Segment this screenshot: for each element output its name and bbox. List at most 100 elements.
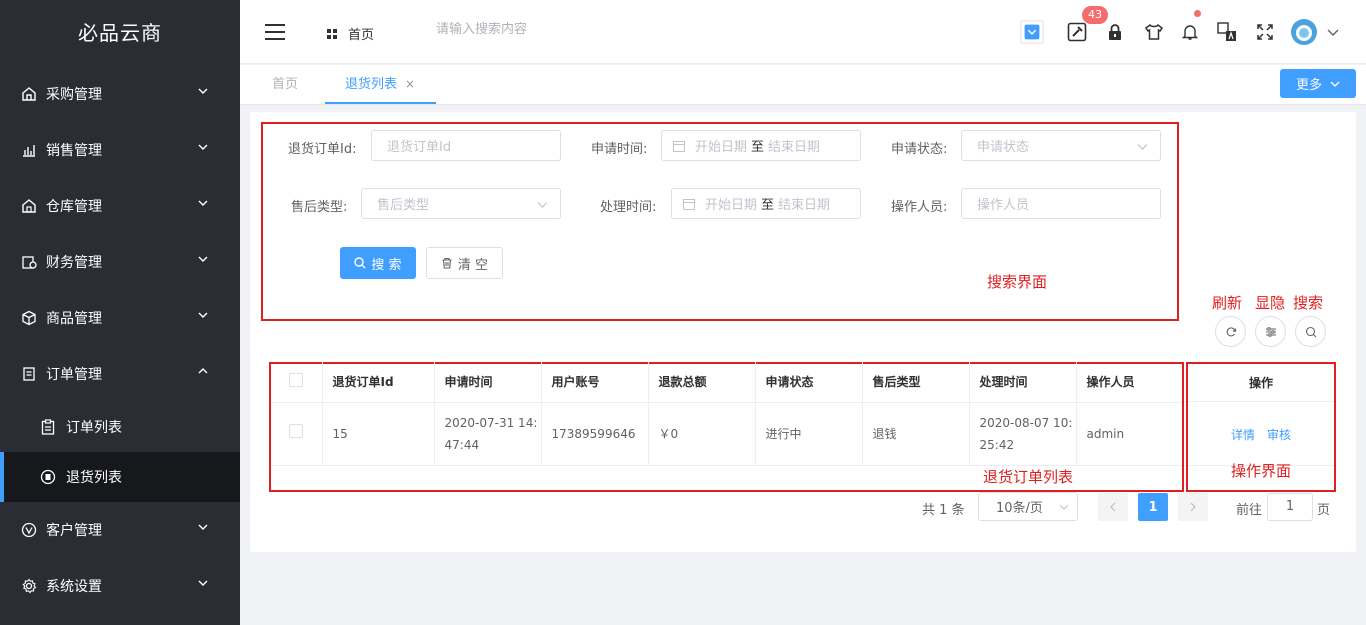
- search-area-annotation-label: 搜索界面: [987, 273, 1048, 291]
- sidebar-subitem-return-list[interactable]: 退货列表: [0, 452, 240, 502]
- tabs-bar: 首页 退货列表 × 更多: [240, 65, 1366, 105]
- hamburger-menu-icon[interactable]: [264, 22, 286, 42]
- current-page-button[interactable]: 1: [1138, 493, 1168, 521]
- row-checkbox[interactable]: [289, 423, 304, 438]
- column-header[interactable]: 退货订单Id: [322, 362, 435, 403]
- chevron-down-icon: [198, 580, 208, 586]
- column-header[interactable]: 操作人员: [1076, 362, 1182, 403]
- column-header[interactable]: 售后类型: [862, 362, 970, 403]
- apply-status-placeholder: 申请状态: [977, 140, 1030, 155]
- sidebar-item-orders[interactable]: 订单管理: [0, 346, 240, 402]
- column-header[interactable]: 用户账号: [541, 362, 649, 403]
- tab-label: 退货列表: [345, 77, 398, 92]
- tools-icon[interactable]: [1065, 20, 1089, 44]
- clear-button[interactable]: 清 空: [426, 247, 503, 279]
- clipboard-icon: [40, 419, 56, 435]
- header-search-input[interactable]: [436, 22, 636, 37]
- sidebar-item-purchase[interactable]: 采购管理: [0, 66, 240, 122]
- column-header[interactable]: 处理时间: [969, 362, 1077, 403]
- chevron-down-icon: [1137, 144, 1148, 150]
- fullscreen-icon[interactable]: [1253, 20, 1277, 44]
- avatar[interactable]: [1290, 18, 1318, 46]
- sidebar-item-customers[interactable]: 客户管理: [0, 502, 240, 558]
- after-sale-type-placeholder: 售后类型: [377, 198, 430, 213]
- close-icon[interactable]: ×: [405, 77, 415, 91]
- lock-icon[interactable]: [1103, 20, 1127, 44]
- toggle-search-button[interactable]: [1295, 316, 1326, 347]
- gear-icon: [20, 577, 38, 595]
- process-time-range-picker[interactable]: 开始日期 至 结束日期: [671, 188, 861, 219]
- after-sale-type-label: 售后类型:: [291, 200, 348, 215]
- notification-dot: [1194, 10, 1201, 17]
- operator-input[interactable]: 操作人员: [961, 188, 1161, 219]
- chevron-down-icon[interactable]: [1326, 20, 1340, 44]
- select-all-checkbox[interactable]: [289, 373, 304, 388]
- page-size-value: 10条/页: [996, 501, 1043, 516]
- chevron-up-icon: [198, 368, 208, 374]
- sidebar-item-finance[interactable]: 财务管理: [0, 234, 240, 290]
- chevron-down-icon: [537, 202, 548, 208]
- tab-return-list[interactable]: 退货列表 ×: [325, 65, 436, 104]
- sidebar-item-settings[interactable]: 系统设置: [0, 558, 240, 614]
- order-id-placeholder: 退货订单Id: [387, 140, 452, 155]
- more-button[interactable]: 更多: [1280, 69, 1356, 98]
- chevron-down-icon: [1330, 81, 1340, 87]
- refresh-icon: [1226, 326, 1236, 336]
- return-orders-table: 退货订单Id 申请时间 用户账号 退款总额 申请状态 售后类型 处理时间 操作人…: [271, 362, 1182, 466]
- column-toggle-button[interactable]: [1255, 316, 1286, 347]
- translate-icon[interactable]: [1215, 20, 1239, 44]
- sidebar-item-label: 系统设置: [46, 579, 102, 595]
- sidebar-item-warehouse[interactable]: 仓库管理: [0, 178, 240, 234]
- grid-icon: [327, 28, 337, 39]
- search-annotation-label: 搜索: [1293, 294, 1324, 312]
- prev-page-button[interactable]: [1098, 493, 1128, 521]
- chevron-down-icon: [198, 312, 208, 318]
- refresh-button[interactable]: [1215, 316, 1246, 347]
- order-id-input[interactable]: 退货订单Id: [371, 130, 561, 161]
- operator: admin: [1076, 402, 1182, 466]
- toggle-annotation-label: 显隐: [1255, 294, 1286, 312]
- apply-time-line2: 47:44: [444, 437, 480, 452]
- process-time-cell: 2020-08-07 10: 25:42: [969, 402, 1077, 466]
- goto-label: 前往: [1236, 503, 1263, 518]
- chevron-down-icon: [1059, 504, 1069, 510]
- breadcrumb-home[interactable]: 首页: [326, 24, 374, 43]
- next-page-button[interactable]: [1178, 493, 1208, 521]
- tab-home[interactable]: 首页: [272, 65, 298, 104]
- theme-shirt-icon[interactable]: [1142, 20, 1166, 44]
- column-header[interactable]: 申请时间: [434, 362, 542, 403]
- chevron-down-icon: [198, 200, 208, 206]
- trash-icon: [442, 257, 452, 269]
- search-icon: [1305, 326, 1316, 337]
- sidebar-subitem-label: 退货列表: [66, 470, 122, 486]
- detail-link[interactable]: 详情: [1231, 426, 1255, 443]
- sidebar-item-sales[interactable]: 销售管理: [0, 122, 240, 178]
- sidebar-item-label: 财务管理: [46, 255, 102, 271]
- page-size-select[interactable]: 10条/页: [978, 492, 1078, 521]
- refund-amount: ￥0: [648, 402, 756, 466]
- purchase-icon: [20, 85, 38, 103]
- process-start-date: 开始日期: [705, 198, 758, 213]
- apply-time-cell: 2020-07-31 14: 47:44: [434, 402, 542, 466]
- apply-status-select[interactable]: 申请状态: [961, 130, 1161, 161]
- pagination-total: 共 1 条: [922, 503, 965, 518]
- column-header[interactable]: 退款总额: [648, 362, 756, 403]
- calendar-icon: [683, 198, 695, 210]
- layout-select-icon[interactable]: [1020, 20, 1044, 44]
- apply-time-range-picker[interactable]: 开始日期 至 结束日期: [661, 130, 861, 161]
- after-sale-type-select[interactable]: 售后类型: [361, 188, 561, 219]
- sidebar-subitem-order-list[interactable]: 订单列表: [0, 402, 240, 452]
- ops-column-header: 操作: [1188, 364, 1334, 402]
- bell-icon[interactable]: [1178, 20, 1202, 44]
- goto-page-input[interactable]: 1: [1267, 493, 1313, 521]
- breadcrumb-home-label: 首页: [348, 28, 375, 43]
- apply-end-date: 结束日期: [768, 140, 821, 155]
- sidebar-item-goods[interactable]: 商品管理: [0, 290, 240, 346]
- review-link[interactable]: 审核: [1267, 426, 1291, 443]
- sidebar-item-label: 客户管理: [46, 523, 102, 539]
- order-doc-icon: [20, 365, 38, 383]
- column-header[interactable]: 申请状态: [755, 362, 863, 403]
- search-button[interactable]: 搜 索: [340, 247, 416, 279]
- process-end-date: 结束日期: [778, 198, 831, 213]
- chevron-down-icon: [198, 524, 208, 530]
